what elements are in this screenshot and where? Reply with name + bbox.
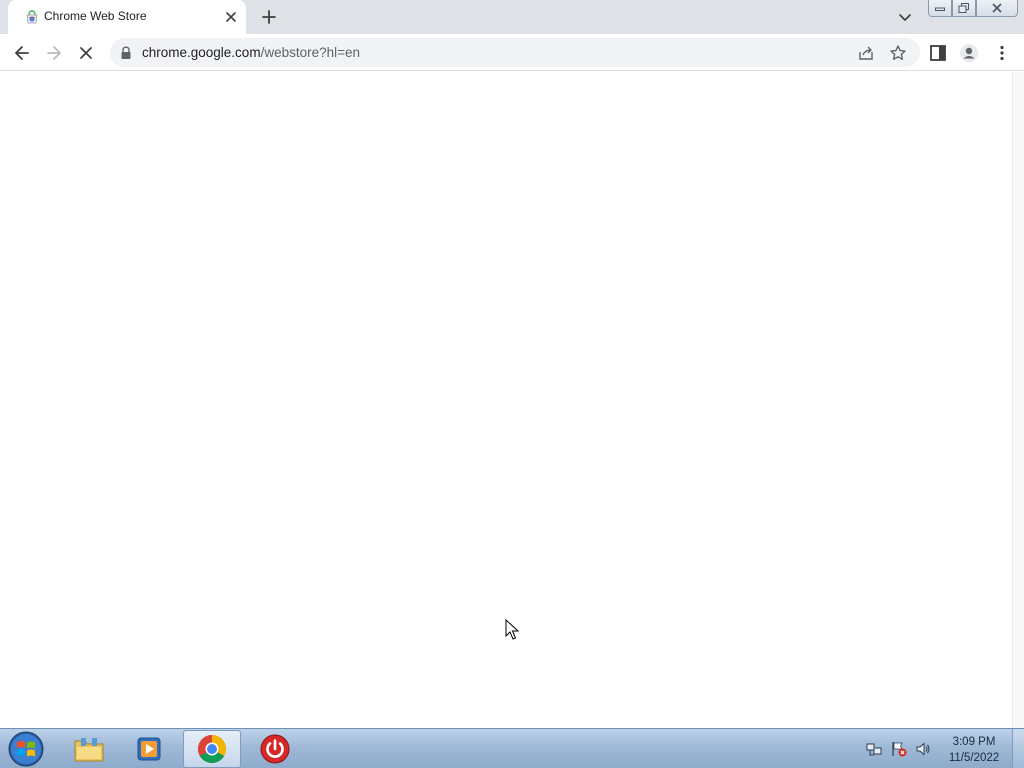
power-icon [260,734,290,764]
chrome-web-store-favicon [26,10,38,24]
tab-title: Chrome Web Store [44,9,147,23]
url-path: /webstore?hl=en [260,45,361,60]
clock-date: 11/5/2022 [948,752,1000,764]
url-host: chrome.google.com [142,45,261,60]
browser-toolbar: chrome.google.com/webstore?hl=en [0,34,1024,71]
taskbar-chrome[interactable] [183,730,241,768]
restore-button[interactable] [952,0,976,17]
chevron-down-icon[interactable] [897,9,913,25]
clock-time: 3:09 PM [952,736,996,748]
share-icon[interactable] [857,44,875,62]
taskbar-power-app[interactable] [246,730,304,768]
loading-spinner-icon[interactable] [76,43,96,63]
speaker-icon[interactable] [915,741,931,757]
taskbar-file-explorer[interactable] [60,730,118,768]
close-icon[interactable] [223,9,239,25]
url-text[interactable]: chrome.google.com/webstore?hl=en [142,45,360,60]
media-player-icon [137,737,161,761]
screen: Chrome Web Store chrome.google.com/webst… [0,0,1024,768]
windows-start-icon[interactable] [6,730,46,768]
taskbar: 3:09 PM 11/5/2022 [0,728,1024,768]
side-panel-icon[interactable] [928,43,948,63]
plus-icon[interactable] [260,8,278,26]
network-icon[interactable] [866,741,882,757]
back-arrow-icon[interactable] [12,43,32,63]
address-bar[interactable]: chrome.google.com/webstore?hl=en [110,38,920,67]
close-window-icon [992,3,1002,13]
action-center-flag-icon[interactable] [891,741,907,757]
tab-strip: Chrome Web Store [0,0,1024,34]
taskbar-media-player[interactable] [120,730,178,768]
star-icon[interactable] [889,44,907,62]
show-desktop-button[interactable] [1012,729,1024,768]
minimize-icon [935,7,945,11]
vertical-scrollbar[interactable] [1012,72,1024,728]
profile-icon[interactable] [959,43,979,63]
minimize-button[interactable] [928,0,952,17]
mouse-cursor-icon [505,619,520,640]
lock-icon[interactable] [120,46,132,60]
restore-icon [958,3,969,13]
system-clock[interactable]: 3:09 PM 11/5/2022 [940,734,1008,766]
tab-chrome-web-store[interactable]: Chrome Web Store [8,0,246,34]
file-explorer-icon [74,738,104,762]
window-close-button[interactable] [976,0,1018,17]
kebab-menu-icon[interactable] [992,43,1012,63]
forward-arrow-icon[interactable] [44,43,64,63]
chrome-icon [198,735,226,763]
